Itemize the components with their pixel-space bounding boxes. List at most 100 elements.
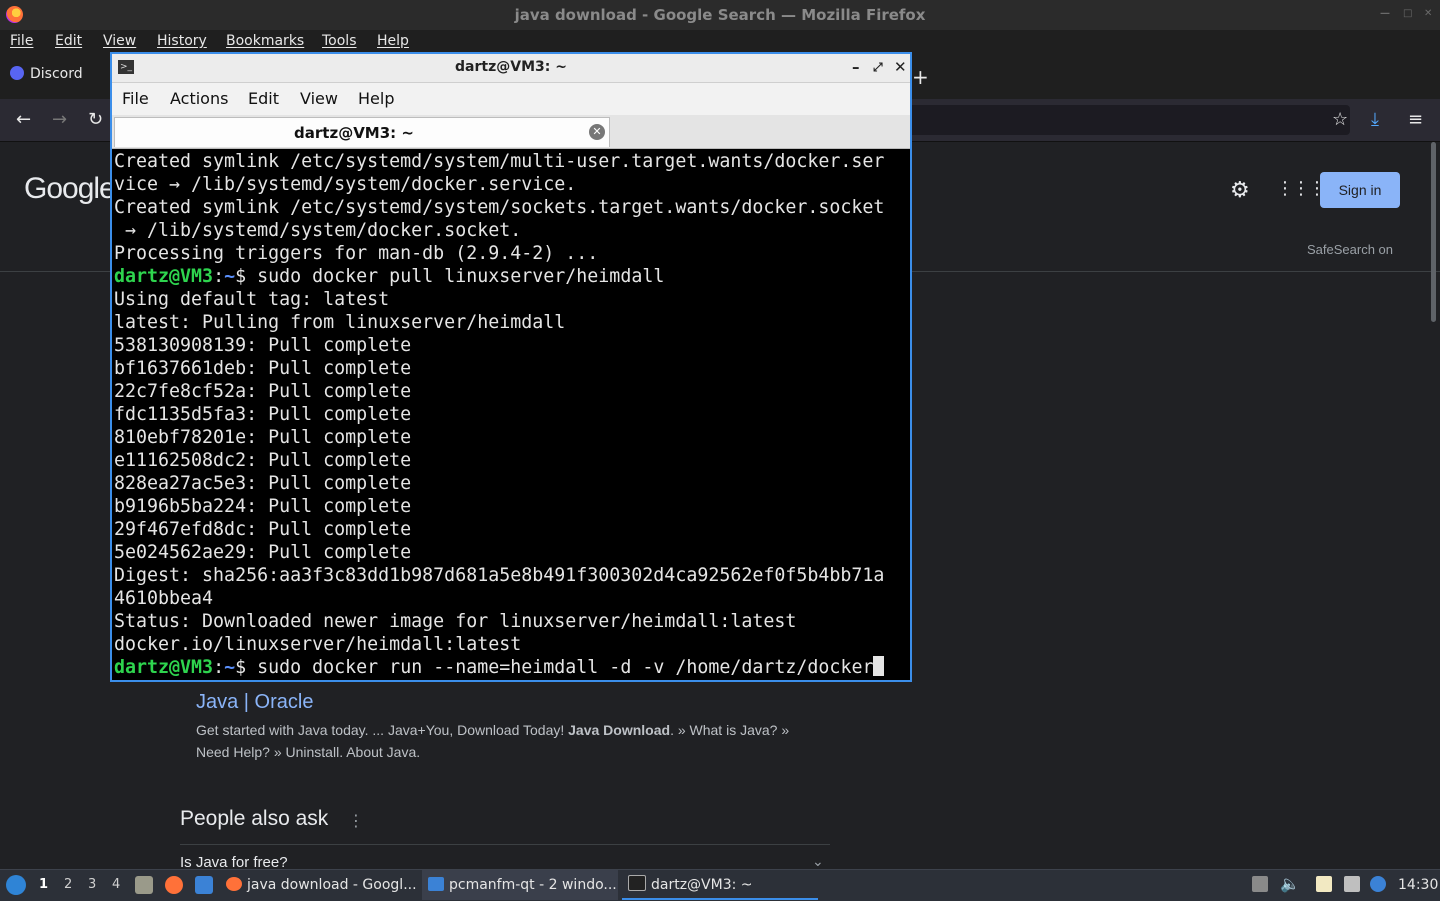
maximize-icon[interactable]: □ <box>1403 8 1413 19</box>
menu-tools[interactable]: Tools <box>322 33 357 49</box>
firefox-launcher-icon[interactable] <box>165 876 183 894</box>
new-tab-button[interactable]: + <box>912 65 929 89</box>
terminal-close-icon[interactable]: ✕ <box>894 58 907 76</box>
sign-in-button[interactable]: Sign in <box>1320 172 1400 208</box>
terminal-tabbar: dartz@VM3: ~ ✕ <box>112 115 910 149</box>
bookmark-star-icon[interactable]: ☆ <box>1332 109 1348 130</box>
close-icon[interactable]: ✕ <box>1424 8 1434 19</box>
discord-icon <box>10 66 24 80</box>
output-line: Created symlink /etc/systemd/system/mult… <box>114 151 885 172</box>
settings-gear-icon[interactable]: ⚙ <box>1230 178 1250 203</box>
firefox-titlebar: java download - Google Search — Mozilla … <box>0 0 1440 30</box>
output-line: fdc1135d5fa3: Pull complete <box>114 404 412 425</box>
google-logo[interactable]: Google <box>24 172 116 206</box>
volume-icon[interactable]: 🔈 <box>1280 874 1300 893</box>
network-icon[interactable] <box>1344 876 1360 892</box>
minimize-icon[interactable]: — <box>1380 8 1390 19</box>
terminal-minimize-icon[interactable]: – <box>852 58 860 76</box>
terminal-tab[interactable]: dartz@VM3: ~ ✕ <box>114 117 610 147</box>
page-scrollbar[interactable] <box>1431 142 1436 322</box>
task-pcmanfm[interactable]: pcmanfm-qt - 2 windo... <box>422 870 618 900</box>
output-line: 22c7fe8cf52a: Pull complete <box>114 381 412 402</box>
terminal-menubar: File Actions Edit View Help <box>112 83 910 115</box>
task-terminal[interactable]: dartz@VM3: ~ <box>622 870 818 900</box>
output-line: Digest: sha256:aa3f3c83dd1b987d681a5e8b4… <box>114 565 885 586</box>
tab-discord-label: Discord <box>30 66 83 82</box>
terminal-task-icon <box>628 875 646 891</box>
text-cursor <box>873 656 885 676</box>
output-line: docker.io/linuxserver/heimdall:latest <box>114 634 522 655</box>
firefox-window-title: java download - Google Search — Mozilla … <box>514 6 926 24</box>
terminal-output[interactable]: Created symlink /etc/systemd/system/mult… <box>114 150 904 679</box>
forward-icon[interactable]: → <box>52 109 67 130</box>
output-line: 4610bbea4 <box>114 588 214 609</box>
output-line: → /lib/systemd/system/docker.socket. <box>114 220 522 241</box>
task-firefox[interactable]: java download - Googl... <box>226 870 416 900</box>
google-apps-icon[interactable]: ⋮⋮⋮ <box>1276 178 1326 199</box>
desktop-icon[interactable] <box>195 876 213 894</box>
output-line: 5e024562ae29: Pull complete <box>114 542 412 563</box>
menu-file[interactable]: File <box>10 33 33 49</box>
output-line: Using default tag: latest <box>114 289 390 310</box>
prompt-user: dartz@VM3 <box>114 657 214 678</box>
terminal-menu-help[interactable]: Help <box>358 89 394 108</box>
terminal-menu-edit[interactable]: Edit <box>248 89 279 108</box>
clipboard-icon[interactable] <box>1316 876 1332 892</box>
task-pcmanfm-label: pcmanfm-qt - 2 windo... <box>449 877 617 893</box>
menu-history[interactable]: History <box>157 33 207 49</box>
update-notifier-icon[interactable] <box>1370 876 1386 892</box>
safesearch-status[interactable]: SafeSearch on <box>1307 242 1393 257</box>
terminal-titlebar[interactable]: >_ dartz@VM3: ~ – ⤢ ✕ <box>112 54 910 83</box>
menu-view[interactable]: View <box>103 33 136 49</box>
menu-bookmarks[interactable]: Bookmarks <box>226 33 304 49</box>
workspace-2[interactable]: 2 <box>64 877 72 892</box>
terminal-window: >_ dartz@VM3: ~ – ⤢ ✕ File Actions Edit … <box>110 52 912 682</box>
workspace-4[interactable]: 4 <box>112 877 120 892</box>
reload-icon[interactable]: ↻ <box>88 109 103 130</box>
prompt-dollar: $ <box>235 657 258 678</box>
clock[interactable]: 14:30 <box>1398 877 1438 893</box>
terminal-maximize-icon[interactable]: ⤢ <box>873 60 883 75</box>
snippet-bold: Java Download <box>568 722 671 738</box>
folder-task-icon <box>428 877 444 891</box>
downloads-icon[interactable]: ⤓ <box>1371 109 1379 130</box>
terminal-menu-view[interactable]: View <box>300 89 338 108</box>
start-menu-icon[interactable] <box>6 875 26 895</box>
terminal-menu-actions[interactable]: Actions <box>170 89 228 108</box>
more-options-icon[interactable]: ⋮ <box>348 811 364 830</box>
tab-close-icon[interactable]: ✕ <box>589 124 605 140</box>
menu-help[interactable]: Help <box>377 33 409 49</box>
output-line: bf1637661deb: Pull complete <box>114 358 412 379</box>
output-line: 810ebf78201e: Pull complete <box>114 427 412 448</box>
output-line: vice → /lib/systemd/system/docker.servic… <box>114 174 577 195</box>
prompt-separator: : <box>213 657 225 678</box>
chevron-down-icon[interactable]: ⌄ <box>812 854 824 870</box>
firefox-menubar: File Edit View History Bookmarks Tools H… <box>0 30 1440 54</box>
output-line: Processing triggers for man-db (2.9.4-2)… <box>114 243 599 264</box>
tray-upload-icon[interactable] <box>1252 876 1268 892</box>
prompt-separator: : <box>213 266 225 287</box>
result-snippet: Get started with Java today. ... Java+Yo… <box>196 719 806 763</box>
command-run: sudo docker run --name=heimdall -d -v /h… <box>257 657 874 678</box>
output-line: 538130908139: Pull complete <box>114 335 412 356</box>
menu-edit[interactable]: Edit <box>55 33 82 49</box>
snippet-text-a: Get started with Java today. ... Java+Yo… <box>196 722 569 738</box>
prompt-user: dartz@VM3 <box>114 266 214 287</box>
app-menu-icon[interactable]: ≡ <box>1408 109 1423 130</box>
output-line: 29f467efd8dc: Pull complete <box>114 519 412 540</box>
terminal-menu-file[interactable]: File <box>122 89 149 108</box>
output-line: e11162508dc2: Pull complete <box>114 450 412 471</box>
back-icon[interactable]: ← <box>16 109 31 130</box>
output-line: Created symlink /etc/systemd/system/sock… <box>114 197 885 218</box>
tab-discord[interactable]: Discord <box>10 66 83 82</box>
workspace-3[interactable]: 3 <box>88 877 96 892</box>
firefox-task-icon <box>226 877 242 891</box>
workspace-1[interactable]: 1 <box>39 877 48 892</box>
terminal-window-title: dartz@VM3: ~ <box>455 59 567 75</box>
file-manager-icon[interactable] <box>135 876 153 894</box>
output-line: Status: Downloaded newer image for linux… <box>114 611 797 632</box>
output-line: b9196b5ba224: Pull complete <box>114 496 412 517</box>
result-title-link[interactable]: Java | Oracle <box>196 691 313 714</box>
prompt-path: ~ <box>224 657 236 678</box>
task-terminal-label: dartz@VM3: ~ <box>651 877 753 893</box>
